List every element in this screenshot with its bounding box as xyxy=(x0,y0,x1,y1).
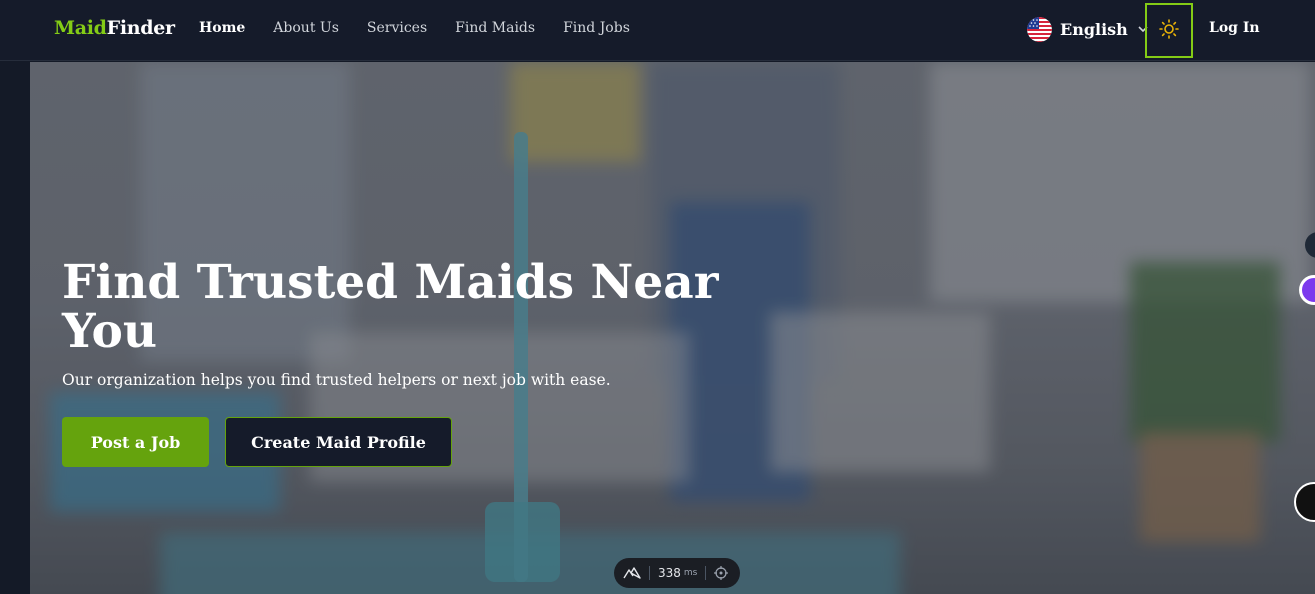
language-selector[interactable]: English xyxy=(1027,17,1148,42)
crosshair-icon[interactable] xyxy=(714,566,729,580)
login-link[interactable]: Log In xyxy=(1209,20,1260,36)
logo-part-maid: Maid xyxy=(54,17,107,39)
render-time-value: 338 xyxy=(658,566,681,580)
post-job-button[interactable]: Post a Job xyxy=(62,417,209,467)
hero-section: Find Trusted Maids Near You Our organiza… xyxy=(30,62,1315,594)
devbar-divider xyxy=(705,566,707,580)
logo[interactable]: MaidFinder xyxy=(54,17,175,39)
logo-part-finder: Finder xyxy=(106,17,175,39)
nav-link-about-us[interactable]: About Us xyxy=(273,20,339,36)
nav-link-home[interactable]: Home xyxy=(199,20,245,36)
language-label: English xyxy=(1060,20,1128,39)
main-nav: Home About Us Services Find Maids Find J… xyxy=(199,20,658,36)
left-gutter xyxy=(0,62,30,594)
nav-link-find-jobs[interactable]: Find Jobs xyxy=(563,20,630,36)
theme-toggle-button[interactable] xyxy=(1145,3,1193,58)
create-maid-profile-button[interactable]: Create Maid Profile xyxy=(225,417,452,467)
us-flag-icon xyxy=(1027,17,1052,42)
render-time-unit: ms xyxy=(683,568,698,578)
nav-link-services[interactable]: Services xyxy=(367,20,427,36)
devbar-divider xyxy=(649,566,650,580)
sun-icon xyxy=(1159,18,1179,43)
hero-title: Find Trusted Maids Near You xyxy=(62,255,719,359)
nuxt-logo-icon[interactable] xyxy=(623,567,641,579)
nav-link-find-maids[interactable]: Find Maids xyxy=(455,20,535,36)
dev-toolbar[interactable]: 338 ms xyxy=(614,558,740,588)
hero-subtitle: Our organization helps you find trusted … xyxy=(62,371,611,389)
site-header: MaidFinder Home About Us Services Find M… xyxy=(0,0,1315,61)
